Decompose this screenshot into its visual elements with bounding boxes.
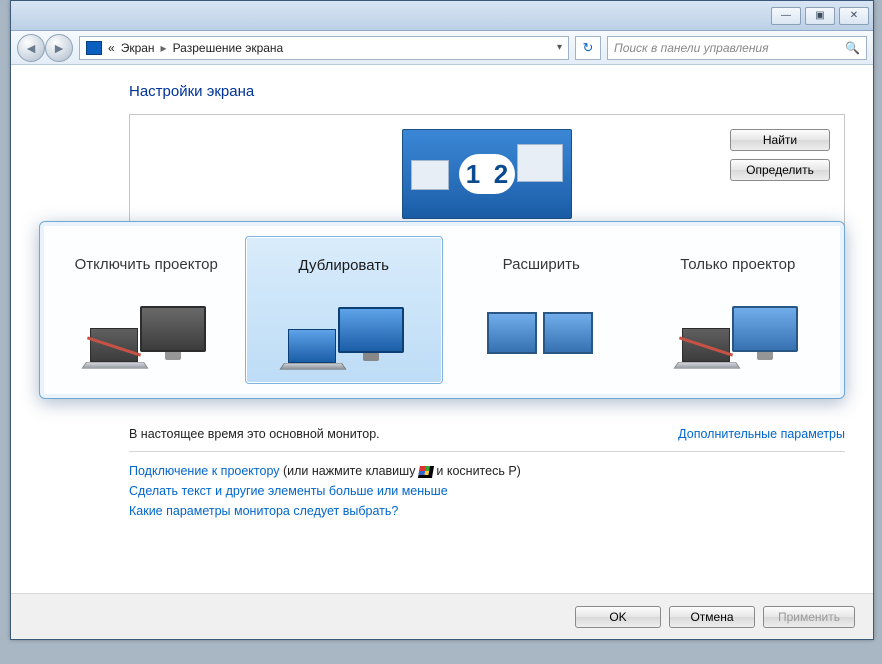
refresh-button[interactable]: ↻	[575, 36, 601, 60]
monitor-mini-icon	[517, 144, 563, 182]
close-button[interactable]: ✕	[839, 7, 869, 25]
connect-projector-link[interactable]: Подключение к проектору	[129, 464, 280, 478]
projection-mode-overlay: Отключить проектор Дублировать Расширить…	[39, 221, 845, 399]
projector-only-icon	[678, 302, 798, 372]
lower-panel: В настоящее время это основной монитор. …	[129, 427, 845, 524]
projection-option-label: Отключить проектор	[75, 246, 218, 284]
search-icon[interactable]: 🔍	[845, 41, 860, 55]
maximize-button[interactable]: ▣	[805, 7, 835, 25]
toolbar: ◄ ► « Экран ▸ Разрешение экрана ▾ ↻ Поис…	[11, 31, 873, 65]
projection-option-projector-only[interactable]: Только проектор	[640, 236, 837, 384]
page-title: Настройки экрана	[129, 83, 845, 100]
monitor-mini-icon	[411, 160, 449, 190]
projector-hint-post: и коснитесь P)	[433, 464, 521, 478]
apply-button[interactable]: Применить	[763, 606, 855, 628]
main-monitor-note: В настоящее время это основной монитор.	[129, 427, 380, 441]
window-frame: — ▣ ✕ ◄ ► « Экран ▸ Разрешение экрана ▾ …	[10, 0, 874, 640]
control-panel-icon	[86, 41, 102, 55]
nav-back-button[interactable]: ◄	[17, 34, 45, 62]
address-dropdown-icon[interactable]: ▾	[557, 42, 562, 53]
nav-forward-button[interactable]: ►	[45, 34, 73, 62]
projection-option-disconnect[interactable]: Отключить проектор	[48, 236, 245, 384]
breadcrumb-separator-icon: ▸	[161, 41, 167, 55]
breadcrumb-screen[interactable]: Экран	[121, 41, 155, 55]
cancel-button[interactable]: Отмена	[669, 606, 755, 628]
text-size-link[interactable]: Сделать текст и другие элементы больше и…	[129, 484, 448, 498]
projection-option-label: Расширить	[503, 246, 580, 284]
duplicate-icon	[284, 303, 404, 373]
address-bar[interactable]: « Экран ▸ Разрешение экрана ▾	[79, 36, 569, 60]
identify-button[interactable]: Определить	[730, 159, 830, 181]
titlebar: — ▣ ✕	[11, 1, 873, 31]
monitor-number-badge: 12	[459, 154, 515, 194]
ok-button[interactable]: OK	[575, 606, 661, 628]
extend-icon	[481, 302, 601, 372]
projection-option-label: Только проектор	[680, 246, 795, 284]
minimize-button[interactable]: —	[771, 7, 801, 25]
which-settings-link[interactable]: Какие параметры монитора следует выбрать…	[129, 504, 398, 518]
disconnect-projector-icon	[86, 302, 206, 372]
footer-button-bar: OK Отмена Применить	[11, 593, 873, 639]
find-button[interactable]: Найти	[730, 129, 830, 151]
projection-option-extend[interactable]: Расширить	[443, 236, 640, 384]
projector-hint-pre: (или нажмите клавишу	[280, 464, 419, 478]
advanced-settings-link[interactable]: Дополнительные параметры	[678, 427, 845, 441]
projection-option-duplicate[interactable]: Дублировать	[245, 236, 444, 384]
breadcrumb-resolution[interactable]: Разрешение экрана	[173, 41, 284, 55]
projection-option-label: Дублировать	[299, 247, 389, 285]
search-input[interactable]: Поиск в панели управления 🔍	[607, 36, 867, 60]
monitor-arrangement[interactable]: 12	[402, 129, 572, 219]
breadcrumb-chevrons: «	[108, 41, 115, 55]
windows-key-icon	[418, 466, 434, 478]
search-placeholder: Поиск в панели управления	[614, 41, 769, 55]
